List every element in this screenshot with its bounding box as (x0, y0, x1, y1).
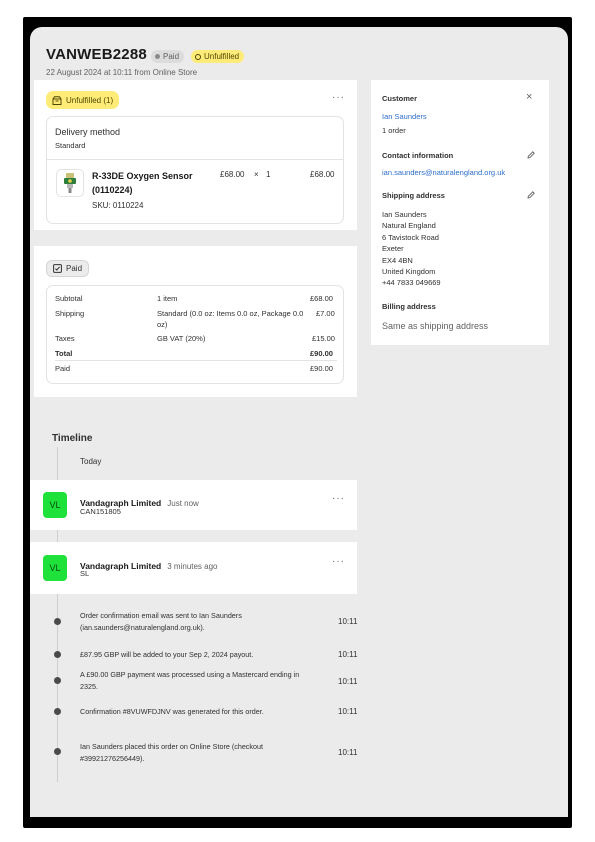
comment-time: Just now (167, 499, 199, 508)
address-phone[interactable]: +44 7833 049669 (382, 277, 441, 288)
delivery-method-label: Delivery method (55, 127, 121, 137)
timeline-heading: Timeline (52, 433, 93, 444)
taxes-amount: £15.00 (312, 334, 335, 343)
avatar: VL (43, 555, 67, 581)
event-time: 10:11 (338, 677, 358, 686)
event-text[interactable]: Ian Saunders placed this order on Online… (80, 741, 312, 765)
event-text[interactable]: Confirmation #8VUWFDJNV was generated fo… (80, 706, 312, 718)
timeline-line (57, 530, 58, 542)
comment-more-button[interactable]: ··· (332, 493, 345, 504)
payment-status-badge: Paid (151, 50, 185, 63)
product-line-total: £68.00 (310, 170, 335, 179)
timeline-line (57, 447, 58, 483)
shipping-label: Shipping (55, 309, 85, 318)
box-icon (52, 95, 62, 105)
total-amount: £90.00 (310, 349, 333, 358)
order-number: VANWEB2288 (46, 46, 147, 63)
event-text[interactable]: £87.95 GBP will be added to your Sep 2, … (80, 649, 312, 661)
address-line: Exeter (382, 244, 404, 254)
close-icon[interactable]: × (526, 91, 532, 103)
timeline-date: Today (80, 457, 102, 466)
event-time: 10:11 (338, 650, 358, 659)
address-line: Ian Saunders (382, 210, 427, 219)
product-quantity: 1 (266, 170, 271, 179)
unfulfilled-pill-label: Unfulfilled (1) (66, 95, 114, 105)
taxes-desc[interactable]: GB VAT (20%) (157, 334, 205, 343)
event-time: 10:11 (338, 707, 358, 716)
total-label: Total (55, 349, 73, 358)
paid-amount: £90.00 (310, 364, 333, 373)
shipping-address-heading: Shipping address (382, 191, 445, 200)
shipping-address-block: Ian Saunders Natural England 6 Tavistock… (382, 209, 441, 289)
pencil-icon[interactable] (526, 190, 536, 200)
paid-pill: Paid (46, 260, 90, 277)
event-dot (54, 748, 61, 755)
address-line: EX4 4BN (382, 255, 413, 265)
total-divider (55, 360, 337, 361)
receipt-check-icon (53, 264, 62, 273)
address-line: United Kingdom (382, 267, 436, 277)
fulfillment-more-button[interactable]: ··· (332, 92, 345, 103)
subtotal-amount: £68.00 (310, 294, 333, 303)
event-time: 10:11 (338, 748, 358, 757)
customer-order-count[interactable]: 1 order (382, 126, 406, 135)
unfulfilled-pill: Unfulfilled (1) (46, 91, 120, 109)
status-dot-icon (155, 54, 160, 59)
address-line: 6 Tavistock Road (382, 232, 439, 242)
paid-pill-label: Paid (66, 264, 83, 273)
subtotal-label: Subtotal (55, 294, 83, 303)
comment-header: Vandagraph Limited 3 minutes ago (80, 556, 218, 574)
paid-badge-label: Paid (163, 52, 180, 61)
shipping-desc: Standard (0.0 oz: Items 0.0 oz, Package … (157, 309, 304, 329)
divider (47, 159, 343, 160)
product-thumbnail[interactable] (56, 169, 84, 197)
paid-label: Paid (55, 364, 71, 373)
event-dot (54, 618, 61, 625)
address-line: Natural England (382, 221, 436, 231)
customer-name-link[interactable]: Ian Saunders (382, 112, 427, 121)
comment-text: SL (80, 569, 90, 578)
event-time: 10:11 (338, 617, 358, 626)
product-sku: SKU: 0110224 (92, 201, 144, 210)
taxes-label: Taxes (55, 334, 75, 343)
product-name-link[interactable]: R-33DE Oxygen Sensor (0110224) (92, 170, 212, 197)
event-dot (54, 708, 61, 715)
event-dot (54, 651, 61, 658)
event-text[interactable]: A £90.00 GBP payment was processed using… (80, 669, 312, 693)
status-ring-icon (195, 53, 201, 60)
comment-text: CAN151805 (80, 507, 121, 516)
customer-heading: Customer (382, 94, 418, 103)
fulfillment-status-badge: Unfulfilled (191, 50, 245, 63)
oxygen-sensor-image (64, 173, 76, 193)
contact-heading: Contact information (382, 151, 454, 160)
pencil-icon[interactable] (526, 150, 536, 160)
comment-more-button[interactable]: ··· (332, 556, 345, 567)
unfulfilled-badge-label: Unfulfilled (204, 52, 240, 61)
event-text[interactable]: Order confirmation email was sent to Ian… (80, 610, 312, 634)
comment-time: 3 minutes ago (167, 562, 218, 571)
event-dot (54, 677, 61, 684)
product-unit-price: £68.00 (220, 170, 245, 179)
product-times-sign: × (254, 170, 259, 179)
subtotal-desc: 1 item (157, 294, 178, 303)
billing-address-value: Same as shipping address (382, 321, 489, 331)
delivery-method-value: Standard (55, 141, 86, 150)
avatar: VL (43, 492, 67, 518)
comment-author: Vandagraph Limited (80, 561, 162, 571)
billing-address-heading: Billing address (382, 302, 436, 311)
shipping-amount: £7.00 (316, 309, 335, 318)
customer-email-link[interactable]: ian.saunders@naturalengland.org.uk (382, 168, 505, 177)
order-subtitle: 22 August 2024 at 10:11 from Online Stor… (46, 68, 198, 77)
